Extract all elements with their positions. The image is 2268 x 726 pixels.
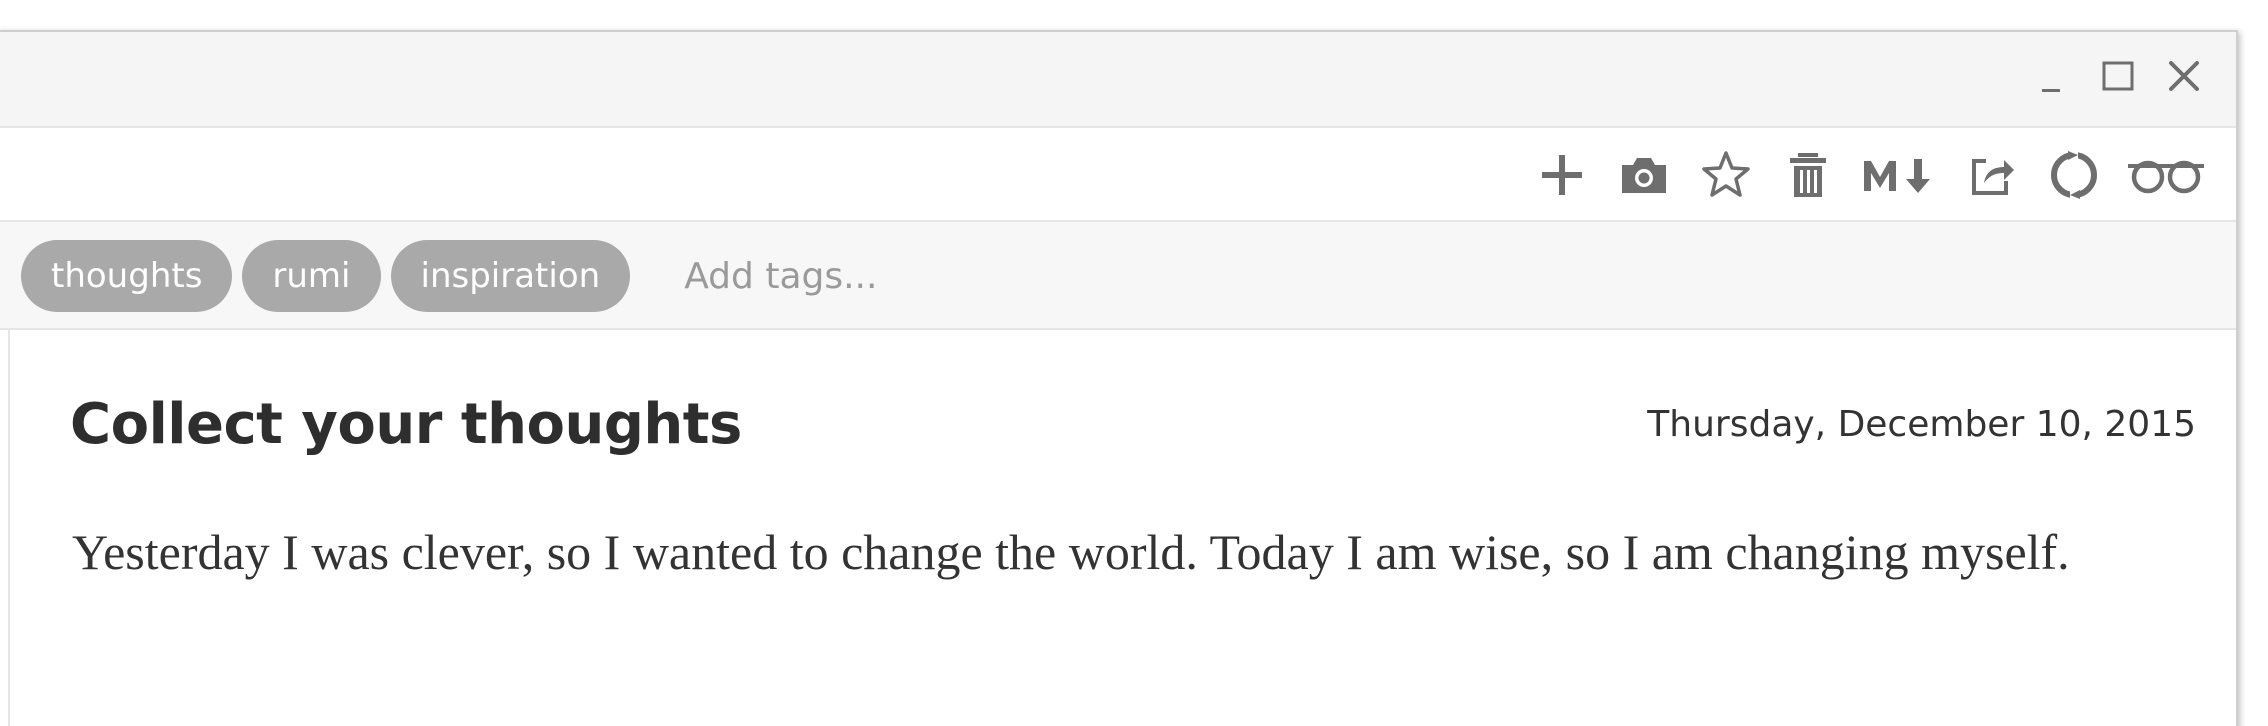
tag-bar: thoughts rumi inspiration: [0, 222, 2236, 330]
markdown-icon[interactable]: [1860, 146, 1940, 204]
sync-icon[interactable]: [2044, 146, 2104, 204]
camera-icon[interactable]: [1614, 146, 1674, 204]
tag-chip[interactable]: rumi: [242, 240, 381, 312]
screen: thoughts rumi inspiration Collect your t…: [0, 0, 2268, 726]
tag-list: thoughts rumi inspiration: [21, 240, 1187, 312]
note-content[interactable]: Collect your thoughts Thursday, December…: [8, 330, 2236, 726]
toolbar-icons: [1532, 146, 2206, 204]
note-date: Thursday, December 10, 2015: [1647, 404, 2196, 445]
note-body[interactable]: Yesterday I was clever, so I wanted to c…: [72, 510, 2132, 594]
close-icon[interactable]: [2162, 55, 2206, 99]
app-window: thoughts rumi inspiration Collect your t…: [0, 30, 2238, 726]
star-icon[interactable]: [1696, 146, 1756, 204]
share-icon[interactable]: [1962, 146, 2022, 204]
maximize-icon[interactable]: [2096, 55, 2140, 99]
title-bar[interactable]: [0, 32, 2236, 128]
minimize-icon[interactable]: [2030, 55, 2074, 99]
tag-chip[interactable]: thoughts: [21, 240, 233, 312]
tag-chip[interactable]: inspiration: [390, 240, 631, 312]
reading-glasses-icon[interactable]: [2126, 146, 2206, 204]
note-toolbar: [0, 128, 2236, 222]
trash-icon[interactable]: [1778, 146, 1838, 204]
add-tags-input[interactable]: [682, 245, 1187, 307]
plus-icon[interactable]: [1532, 146, 1592, 204]
window-controls: [2030, 52, 2206, 102]
note-title[interactable]: Collect your thoughts: [70, 392, 742, 457]
